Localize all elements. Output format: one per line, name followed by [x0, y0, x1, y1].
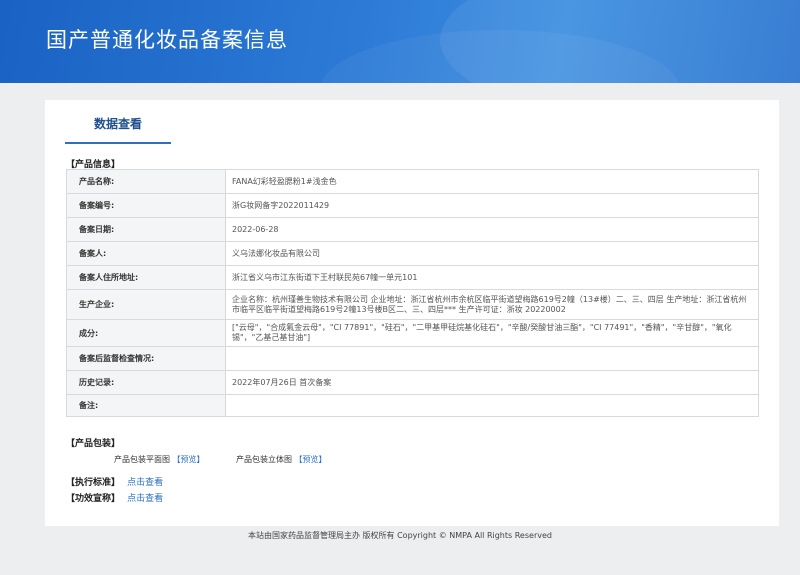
page-title: 国产普通化妆品备案信息: [46, 28, 288, 52]
package-solid-label: 产品包装立体图: [236, 455, 292, 464]
table-row: 生产企业: 企业名称：杭州瑾善生物技术有限公司 企业地址：浙江省杭州市余杭区临平…: [66, 289, 759, 320]
table-row: 备案后监督检查情况:: [66, 346, 759, 371]
row-value: 企业名称：杭州瑾善生物技术有限公司 企业地址：浙江省杭州市余杭区临平街道望梅路6…: [225, 289, 759, 320]
table-row: 备案编号: 浙G妆网备字2022011429: [66, 193, 759, 218]
row-value: FANA幻彩轻盈腮粉1#浅金色: [225, 169, 759, 194]
section-standard: 【执行标准】 点击查看: [66, 475, 163, 488]
section-efficacy: 【功效宣称】 点击查看: [66, 491, 163, 504]
row-value: [225, 394, 759, 417]
row-value: 2022年07月26日 首次备案: [225, 370, 759, 395]
table-row: 产品名称: FANA幻彩轻盈腮粉1#浅金色: [66, 169, 759, 194]
table-row: 备案日期: 2022-06-28: [66, 217, 759, 242]
row-key: 备注:: [66, 394, 226, 417]
row-value: ["云母"，"合成氟金云母"，"CI 77891"，"硅石"，"二甲基甲硅烷基化…: [225, 319, 759, 347]
tab-data-view[interactable]: 数据查看: [65, 100, 171, 144]
efficacy-view-link[interactable]: 点击查看: [127, 494, 163, 504]
section-product-package-title: 【产品包装】: [66, 439, 121, 449]
table-row: 备案人: 义乌法娜化妆品有限公司: [66, 241, 759, 266]
row-value: 浙江省义乌市江东街道下王村联民苑67幢一单元101: [225, 265, 759, 290]
package-flat: 产品包装平面图 【预览】: [114, 454, 205, 465]
row-value: 义乌法娜化妆品有限公司: [225, 241, 759, 266]
row-key: 产品名称:: [66, 169, 226, 194]
row-value: 浙G妆网备字2022011429: [225, 193, 759, 218]
row-value: 2022-06-28: [225, 217, 759, 242]
section-efficacy-title: 【功效宣称】: [66, 494, 121, 504]
table-row: 备注:: [66, 394, 759, 417]
table-row: 历史记录: 2022年07月26日 首次备案: [66, 370, 759, 395]
footer-copyright: 本站由国家药品监督管理局主办 版权所有 Copyright © NMPA All…: [248, 531, 552, 540]
row-key: 生产企业:: [66, 289, 226, 320]
row-key: 备案人:: [66, 241, 226, 266]
row-key: 备案后监督检查情况:: [66, 346, 226, 371]
package-flat-label: 产品包装平面图: [114, 455, 170, 464]
row-key: 备案日期:: [66, 217, 226, 242]
table-row: 备案人住所地址: 浙江省义乌市江东街道下王村联民苑67幢一单元101: [66, 265, 759, 290]
product-info-table: 产品名称: FANA幻彩轻盈腮粉1#浅金色 备案编号: 浙G妆网备字202201…: [66, 169, 759, 417]
package-flat-preview-link[interactable]: 【预览】: [173, 455, 205, 464]
row-key: 备案人住所地址:: [66, 265, 226, 290]
row-key: 备案编号:: [66, 193, 226, 218]
row-value: [225, 346, 759, 371]
package-solid-preview-link[interactable]: 【预览】: [295, 455, 327, 464]
package-solid: 产品包装立体图 【预览】: [236, 454, 327, 465]
table-row: 成分: ["云母"，"合成氟金云母"，"CI 77891"，"硅石"，"二甲基甲…: [66, 319, 759, 347]
header-banner: 国产普通化妆品备案信息: [0, 0, 800, 83]
content-panel: 数据查看 【产品信息】 产品名称: FANA幻彩轻盈腮粉1#浅金色 备案编号: …: [45, 100, 779, 526]
row-key: 成分:: [66, 319, 226, 347]
standard-view-link[interactable]: 点击查看: [127, 478, 163, 488]
section-standard-title: 【执行标准】: [66, 478, 121, 488]
row-key: 历史记录:: [66, 370, 226, 395]
